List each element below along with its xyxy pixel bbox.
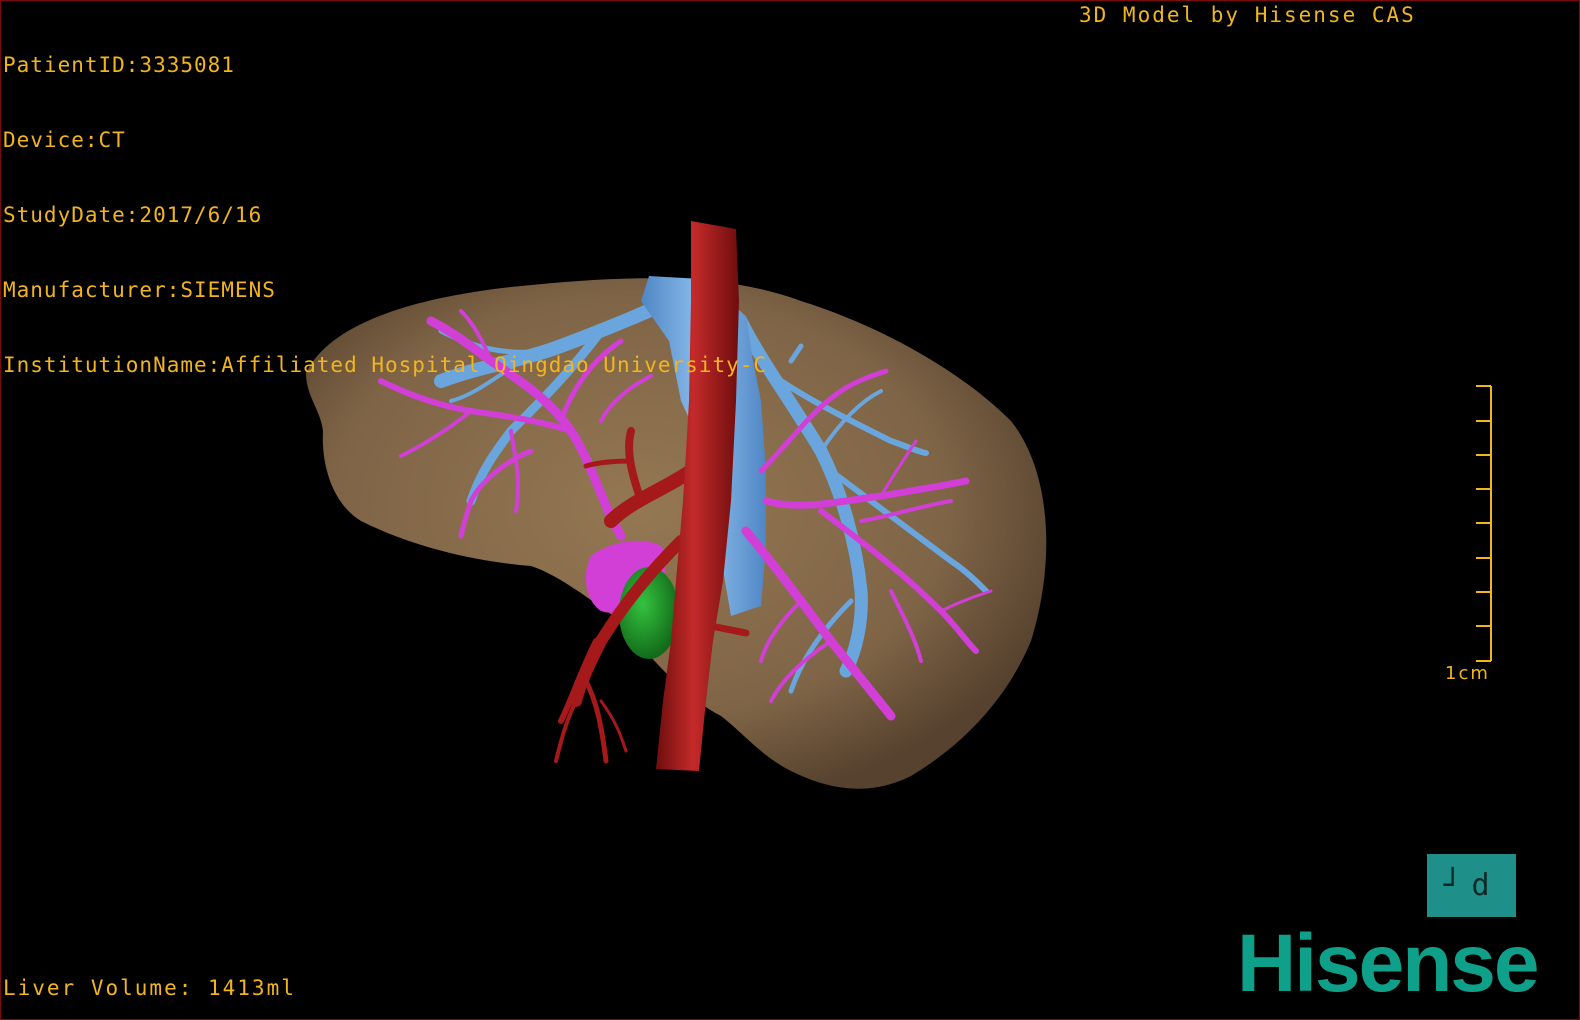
liver-volume-label: Liver Volume: 1413ml <box>3 976 296 1000</box>
patient-id-label: PatientID:3335081 <box>3 53 235 77</box>
3d-viewport[interactable]: PatientID:3335081 Device:CT StudyDate:20… <box>0 0 1580 1020</box>
study-date-label: StudyDate:2017/6/16 <box>3 203 263 227</box>
device-label: Device:CT <box>3 128 126 152</box>
scale-bar-label: 1cm <box>1445 663 1490 684</box>
model-credit: 3D Model by Hisense CAS <box>1079 3 1416 27</box>
orientation-cube-icon[interactable]: ┘d <box>1427 854 1516 917</box>
scale-bar <box>1476 385 1492 662</box>
hisense-logo: Hisense <box>1237 918 1540 1009</box>
patient-info: PatientID:3335081 Device:CT StudyDate:20… <box>3 3 767 428</box>
institution-label: InstitutionName:Affiliated Hospital Qing… <box>3 353 768 377</box>
manufacturer-label: Manufacturer:SIEMENS <box>3 278 276 302</box>
